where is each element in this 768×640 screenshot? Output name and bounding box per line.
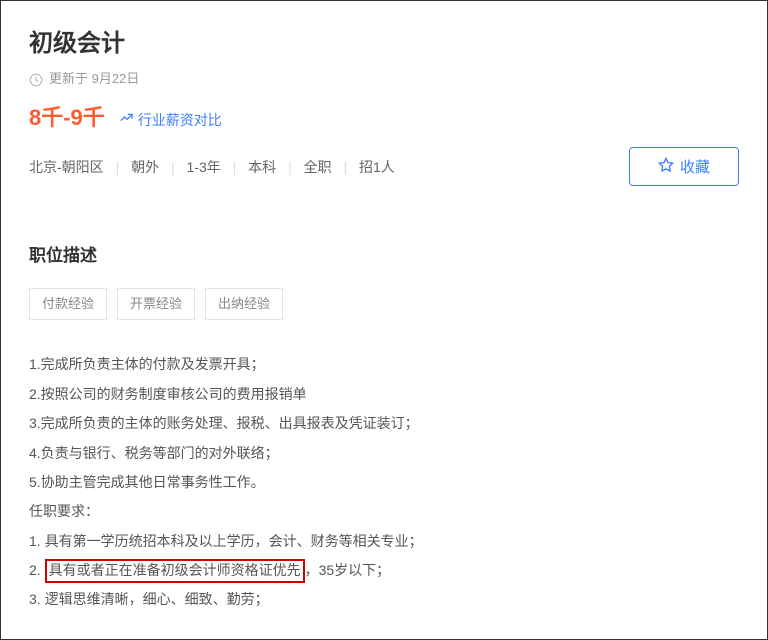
req-item: 3. 逻辑思维清晰，细心、细致、勤劳； [29,585,739,614]
meta-city: 北京 [29,159,57,175]
meta-job-type: 全职 [304,159,332,175]
req-title: 任职要求： [29,497,739,526]
meta-experience: 1-3年 [187,159,221,175]
salary-row: 8千-9千 行业薪资对比 [29,100,739,135]
clock-icon [29,73,43,87]
desc-item: 3.完成所负责的主体的账务处理、报税、出具报表及凭证装订； [29,409,739,438]
update-date: 9月22日 [92,69,140,90]
skill-tag[interactable]: 出纳经验 [205,288,283,321]
meta-headcount: 招1人 [359,159,395,175]
job-title: 初级会计 [29,25,739,63]
req-item: 1. 具有第一学历统招本科及以上学历，会计、财务等相关专业； [29,527,739,556]
meta-area: 朝外 [131,159,159,175]
highlighted-requirement: 具有或者正在准备初级会计师资格证优先 [45,559,305,583]
header-bottom: 北京-朝阳区 | 朝外 | 1-3年 | 本科 | 全职 | 招1人 收藏 [29,147,739,186]
star-icon [658,157,674,177]
section-title: 职位描述 [29,242,739,269]
update-info: 更新于 9月22日 [29,69,739,90]
salary-compare-link[interactable]: 行业薪资对比 [119,109,222,131]
tags-row: 付款经验 开票经验 出纳经验 [29,288,739,321]
meta-education: 本科 [248,159,276,175]
favorite-button[interactable]: 收藏 [629,147,739,186]
compare-label: 行业薪资对比 [138,109,222,131]
update-prefix: 更新于 [49,69,88,90]
desc-item: 4.负责与银行、税务等部门的对外联络； [29,439,739,468]
skill-tag[interactable]: 付款经验 [29,288,107,321]
salary-amount: 8千-9千 [29,100,105,135]
job-header: 初级会计 更新于 9月22日 8千-9千 行业薪资对比 北京-朝阳区 | 朝外 … [29,25,739,186]
req-item: 2. 具有或者正在准备初级会计师资格证优先，35岁以下； [29,556,739,585]
job-meta: 北京-朝阳区 | 朝外 | 1-3年 | 本科 | 全职 | 招1人 [29,156,395,178]
desc-item: 1.完成所负责主体的付款及发票开具； [29,350,739,379]
meta-district: 朝阳区 [62,159,104,175]
desc-item: 5.协助主管完成其他日常事务性工作。 [29,468,739,497]
favorite-label: 收藏 [680,156,710,177]
desc-item: 2.按照公司的财务制度审核公司的费用报销单 [29,380,739,409]
chart-icon [119,109,134,131]
job-description: 1.完成所负责主体的付款及发票开具； 2.按照公司的财务制度审核公司的费用报销单… [29,350,739,615]
skill-tag[interactable]: 开票经验 [117,288,195,321]
